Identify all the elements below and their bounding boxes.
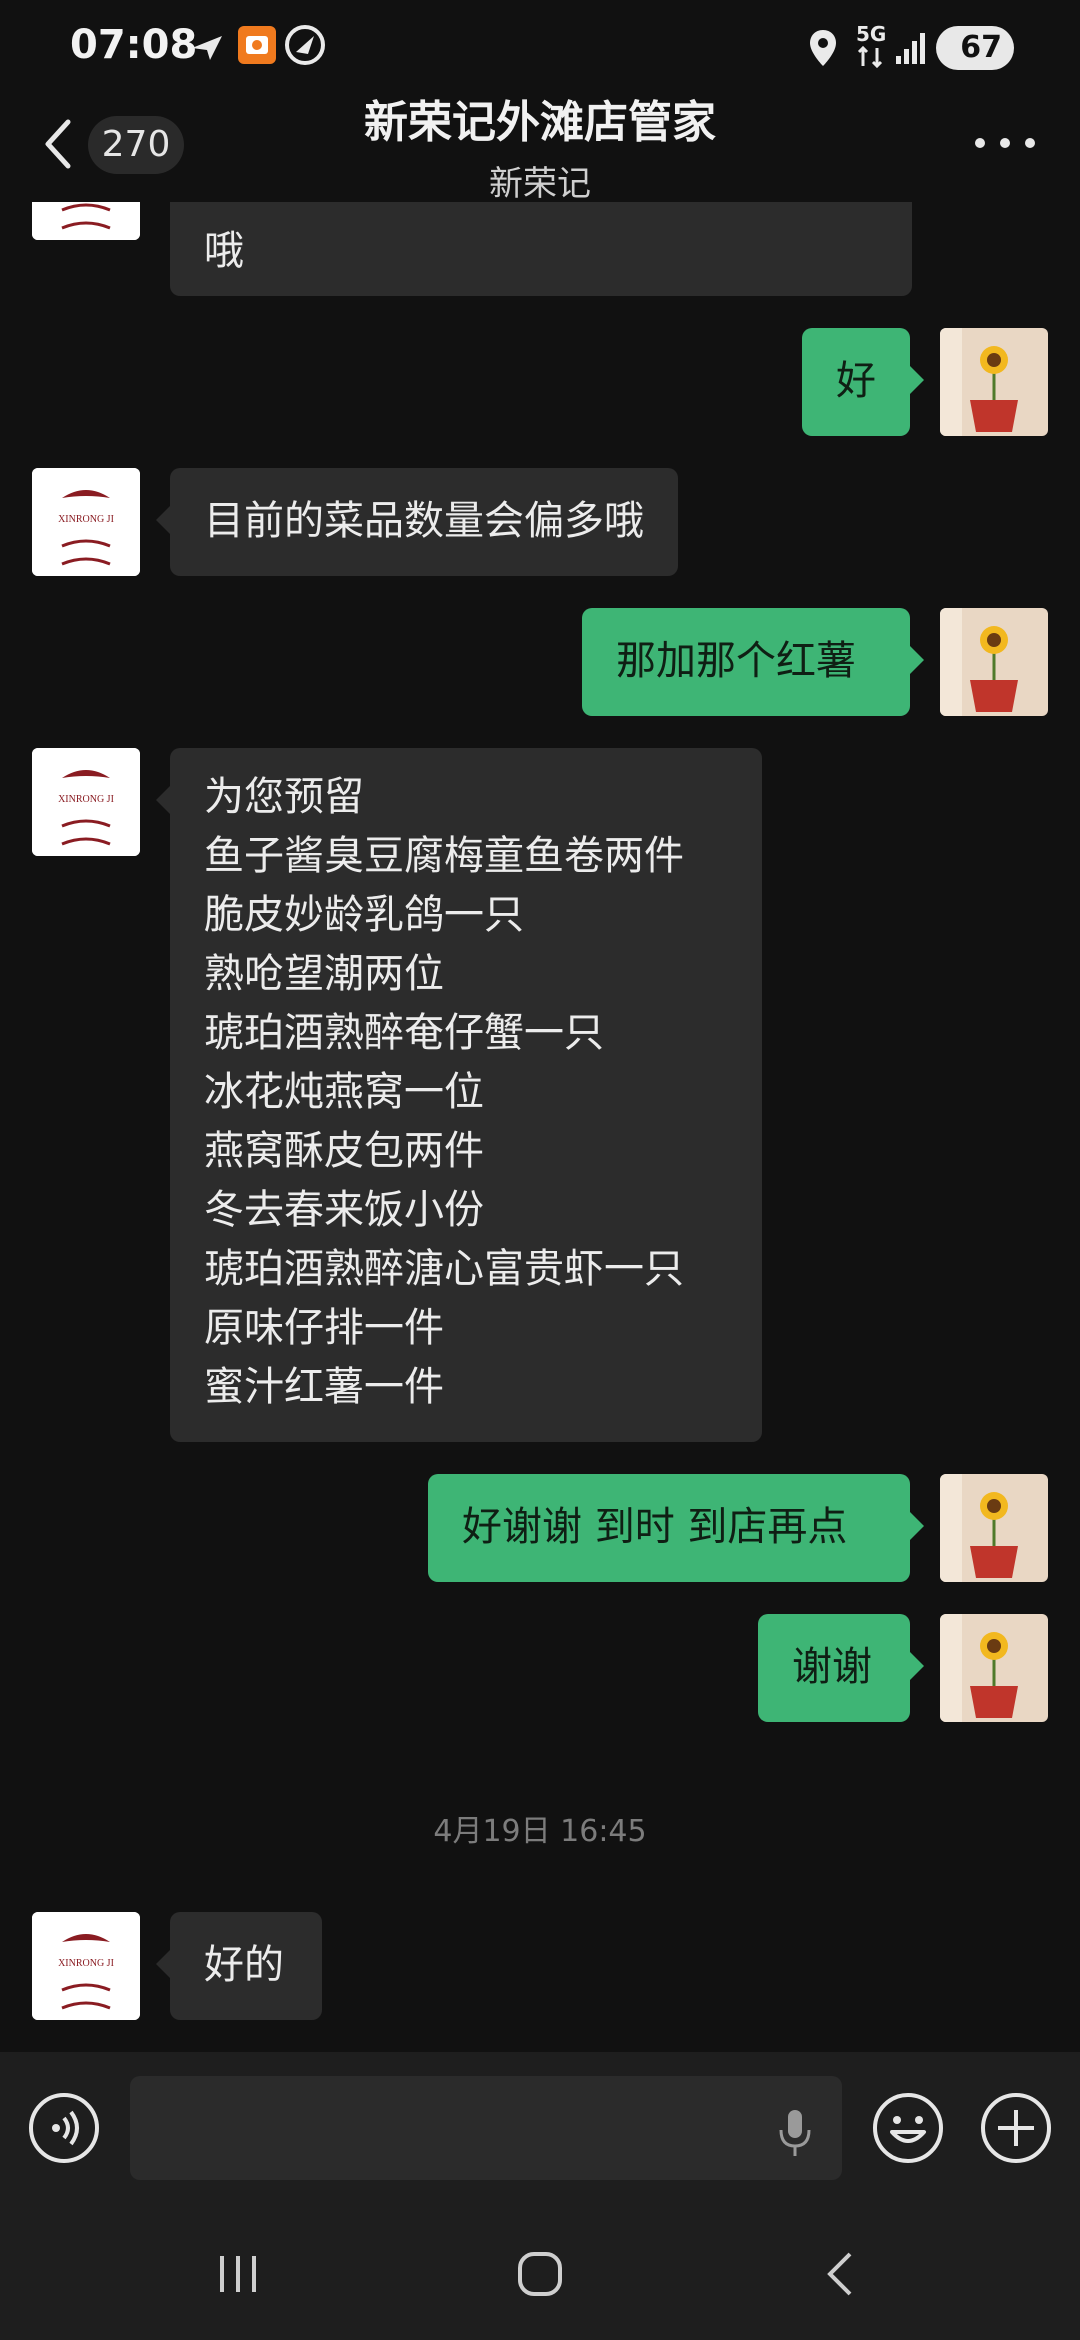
- message-text: 琥珀酒熟醉溏心富贵虾一只: [204, 1246, 684, 1292]
- message-bubble-outgoing[interactable]: 好谢谢 到时 到店再点: [428, 1474, 924, 1582]
- add-attachment-button[interactable]: [980, 2092, 1052, 2164]
- user-avatar[interactable]: [940, 1474, 1048, 1582]
- message-bubble-outgoing[interactable]: 好: [802, 328, 924, 436]
- data-arrows-icon: [857, 46, 883, 68]
- sunflower-avatar-icon: [940, 608, 1048, 716]
- message-bubble-outgoing[interactable]: 谢谢: [758, 1614, 924, 1722]
- store-logo-text: XINRONG JI: [58, 794, 114, 805]
- sunflower-avatar-icon: [940, 1614, 1048, 1722]
- store-avatar[interactable]: XINRONG JI: [32, 468, 140, 576]
- status-bar: 07:08 5G 67: [0, 0, 1080, 96]
- chat-title: 新荣记外滩店管家: [364, 97, 716, 148]
- user-avatar[interactable]: [940, 328, 1048, 436]
- message-text: 冬去春来饭小份: [204, 1187, 484, 1233]
- user-avatar[interactable]: [940, 608, 1048, 716]
- rocket-icon: [285, 25, 325, 65]
- chat-header: 270 新荣记外滩店管家 新荣记: [0, 96, 1080, 204]
- message-timestamp: 4月19日 16:45: [433, 1814, 647, 1849]
- message-list[interactable]: XINRONG JI 哦 好 XINRONG JI 目前的菜品数量会偏: [0, 202, 1080, 2052]
- battery-indicator: 67: [936, 26, 1014, 70]
- app-notification-icon: [238, 26, 276, 64]
- battery-level: 67: [960, 30, 1002, 65]
- message-input[interactable]: [130, 2076, 842, 2180]
- store-logo-icon: XINRONG JI: [32, 748, 140, 856]
- sunflower-avatar-icon: [940, 1474, 1048, 1582]
- message-bubble-outgoing[interactable]: 那加那个红薯: [582, 608, 924, 716]
- signal-icon: [896, 33, 925, 64]
- emoji-button[interactable]: [872, 2092, 944, 2164]
- sunflower-avatar-icon: [940, 328, 1048, 436]
- message-bubble-incoming[interactable]: 目前的菜品数量会偏多哦: [156, 468, 678, 576]
- message-text: 那加那个红薯: [616, 638, 856, 684]
- message-bubble-incoming[interactable]: 为您预留 鱼子酱臭豆腐梅童鱼卷两件 脆皮妙龄乳鸽一只 熟呛望潮两位 琥珀酒熟醉奄…: [156, 748, 762, 1442]
- network-type: 5G: [856, 22, 887, 46]
- message-text: 琥珀酒熟醉奄仔蟹一只: [204, 1010, 604, 1056]
- status-time: 07:08: [70, 22, 198, 68]
- message-text: 目前的菜品数量会偏多哦: [204, 498, 644, 544]
- user-avatar[interactable]: [940, 1614, 1048, 1722]
- more-options-button[interactable]: [970, 128, 1040, 158]
- location-icon: [810, 30, 836, 66]
- message-text: 好谢谢 到时 到店再点: [462, 1504, 848, 1550]
- message-text: 好的: [204, 1942, 284, 1988]
- store-logo-text: XINRONG JI: [58, 514, 114, 525]
- system-back-button[interactable]: [812, 2244, 872, 2304]
- message-text: 蜜汁红薯一件: [204, 1364, 444, 1410]
- message-text: 原味仔排一件: [204, 1305, 444, 1351]
- store-logo-icon: XINRONG JI: [32, 1912, 140, 2020]
- message-text: 谢谢: [792, 1644, 872, 1690]
- message-text: 冰花炖燕窝一位: [204, 1069, 484, 1115]
- send-icon: [192, 36, 222, 60]
- message-text: 好: [836, 358, 876, 404]
- message-text: 燕窝酥皮包两件: [204, 1128, 484, 1174]
- voice-input-button[interactable]: [28, 2092, 100, 2164]
- store-logo-icon: XINRONG JI: [32, 202, 140, 240]
- message-text: 鱼子酱臭豆腐梅童鱼卷两件: [204, 833, 684, 879]
- home-button[interactable]: [510, 2244, 570, 2304]
- store-logo-icon: XINRONG JI: [32, 468, 140, 576]
- store-logo-text: XINRONG JI: [58, 1958, 114, 1969]
- system-navigation-bar: [0, 2202, 1080, 2340]
- message-text: 为您预留: [204, 774, 364, 820]
- mic-icon[interactable]: [778, 2108, 812, 2158]
- message-bubble-incoming[interactable]: 好的: [156, 1912, 322, 2020]
- message-text: 哦: [204, 228, 244, 274]
- message-text: 脆皮妙龄乳鸽一只: [204, 892, 524, 938]
- message-bubble-incoming[interactable]: 哦: [170, 202, 912, 296]
- recent-apps-button[interactable]: [208, 2244, 268, 2304]
- chat-subtitle: 新荣记: [489, 164, 591, 204]
- store-avatar[interactable]: XINRONG JI: [32, 1912, 140, 2020]
- store-avatar[interactable]: XINRONG JI: [32, 748, 140, 856]
- store-avatar[interactable]: XINRONG JI: [32, 202, 140, 240]
- message-text: 熟呛望潮两位: [204, 951, 444, 997]
- input-bar: [0, 2052, 1080, 2202]
